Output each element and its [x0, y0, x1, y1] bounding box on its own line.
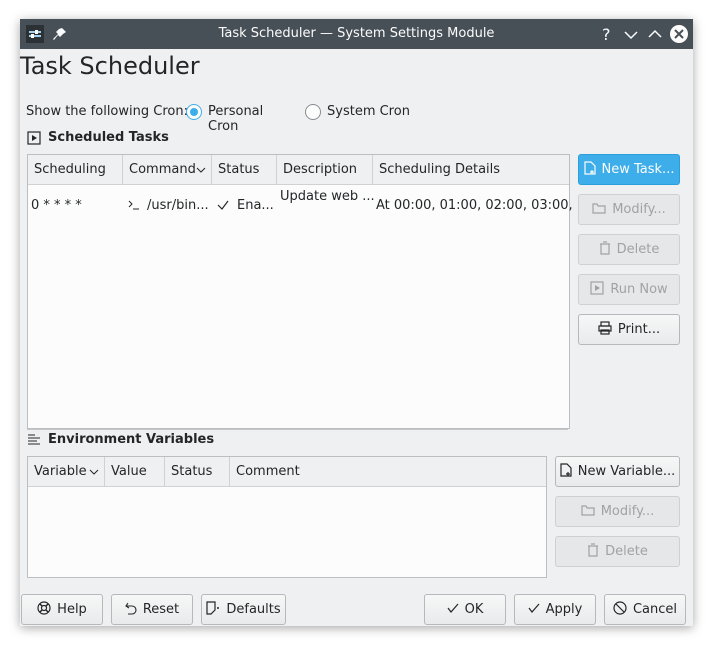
- radio-label: Personal Cron: [208, 104, 264, 134]
- terminal-icon: [127, 197, 141, 217]
- table-header: Scheduling Command Status Description Sc…: [28, 155, 569, 185]
- settings-window: Task Scheduler — System Settings Module …: [20, 19, 693, 626]
- column-header-variable[interactable]: Variable: [28, 457, 105, 486]
- column-header-command[interactable]: Command: [123, 155, 212, 184]
- radio-system-cron[interactable]: System Cron: [305, 103, 415, 123]
- column-header-status[interactable]: Status: [212, 155, 277, 184]
- column-label: Variable: [34, 464, 87, 479]
- check-icon: [216, 197, 230, 217]
- help-button[interactable]: Help: [21, 594, 103, 625]
- button-label: New Variable...: [577, 464, 676, 479]
- ok-button[interactable]: OK: [424, 594, 506, 625]
- column-header-comment[interactable]: Comment: [230, 457, 546, 486]
- new-document-icon: [583, 155, 596, 184]
- modify-task-button[interactable]: Modify...: [578, 194, 680, 225]
- reset-button[interactable]: Reset: [111, 594, 193, 625]
- run-now-button[interactable]: Run Now: [578, 274, 680, 305]
- apply-button[interactable]: Apply: [514, 594, 596, 625]
- radio-indicator[interactable]: [305, 104, 321, 120]
- document-revert-icon: [206, 595, 220, 624]
- maximize-icon[interactable]: [646, 25, 664, 43]
- scheduled-tasks-heading: Scheduled Tasks: [48, 130, 169, 145]
- folder-icon: [581, 497, 595, 526]
- cron-selector-label: Show the following Cron:: [26, 104, 188, 119]
- button-label: Modify...: [600, 504, 655, 519]
- modify-variable-button[interactable]: Modify...: [555, 496, 680, 527]
- printer-icon: [598, 315, 612, 344]
- button-label: Delete: [616, 242, 660, 257]
- undo-icon: [125, 595, 137, 624]
- button-label: New Task...: [601, 162, 675, 177]
- minimize-icon[interactable]: [622, 25, 640, 43]
- list-icon: [27, 433, 41, 451]
- close-icon[interactable]: [670, 25, 688, 43]
- environment-variables-table[interactable]: Variable Value Status Comment: [27, 456, 547, 578]
- cell-command: /usr/bin...: [147, 198, 209, 213]
- button-label: Reset: [142, 602, 180, 617]
- button-label: Run Now: [610, 282, 668, 297]
- column-header-description[interactable]: Description: [277, 155, 373, 184]
- column-label: Command: [129, 162, 196, 177]
- column-header-status[interactable]: Status: [165, 457, 230, 486]
- button-label: Print...: [617, 322, 661, 337]
- table-header: Variable Value Status Comment: [28, 457, 546, 487]
- cancel-button[interactable]: Cancel: [604, 594, 686, 625]
- help-icon[interactable]: ?: [598, 25, 616, 44]
- scheduled-tasks-table[interactable]: Scheduling Command Status Description Sc…: [27, 154, 589, 429]
- page-title: Task Scheduler: [20, 52, 200, 80]
- table-row[interactable]: 0 * * * * /usr/bin... Ena... Update web …: [28, 185, 589, 225]
- radio-label: System Cron: [327, 104, 410, 119]
- delete-task-button[interactable]: Delete: [578, 234, 680, 265]
- defaults-button[interactable]: Defaults: [201, 594, 286, 625]
- title-bar: Task Scheduler — System Settings Module …: [20, 19, 693, 49]
- button-label: Defaults: [226, 602, 281, 617]
- lifebuoy-icon: [37, 595, 51, 624]
- cancel-icon: [613, 595, 627, 624]
- window-title: Task Scheduler — System Settings Module: [218, 26, 495, 41]
- column-header-value[interactable]: Value: [105, 457, 165, 486]
- splitter-handle[interactable]: [27, 429, 568, 430]
- environment-variables-heading: Environment Variables: [48, 432, 215, 447]
- new-document-icon: [560, 457, 572, 486]
- button-label: Apply: [545, 602, 583, 617]
- trash-icon: [587, 537, 599, 566]
- new-variable-button[interactable]: New Variable...: [555, 456, 680, 487]
- check-icon: [447, 595, 459, 624]
- radio-personal-cron[interactable]: Personal Cron: [186, 103, 296, 134]
- cell-scheduling-details: At 00:00, 01:00, 02:00, 03:00, ...: [376, 198, 590, 213]
- button-label: Modify...: [612, 202, 666, 217]
- button-label: OK: [464, 602, 484, 617]
- run-icon: [27, 131, 41, 149]
- sort-chevron-icon: [89, 457, 99, 497]
- column-header-scheduling[interactable]: Scheduling: [28, 155, 123, 184]
- cell-status: Ena...: [237, 198, 274, 213]
- cell-scheduling: 0 * * * *: [31, 198, 82, 213]
- check-icon: [528, 595, 540, 624]
- button-label: Delete: [605, 544, 648, 559]
- new-task-button[interactable]: New Task...: [578, 154, 680, 185]
- button-label: Help: [57, 602, 87, 617]
- folder-icon: [592, 195, 606, 224]
- delete-variable-button[interactable]: Delete: [555, 536, 680, 567]
- run-icon: [590, 275, 604, 304]
- trash-icon: [599, 235, 611, 264]
- print-button[interactable]: Print...: [578, 314, 680, 345]
- cell-description: Update web ...: [280, 189, 375, 204]
- radio-indicator[interactable]: [186, 104, 202, 120]
- button-label: Cancel: [632, 602, 678, 617]
- column-header-scheduling-details[interactable]: Scheduling Details: [373, 155, 569, 184]
- svg-text:?: ?: [602, 25, 611, 43]
